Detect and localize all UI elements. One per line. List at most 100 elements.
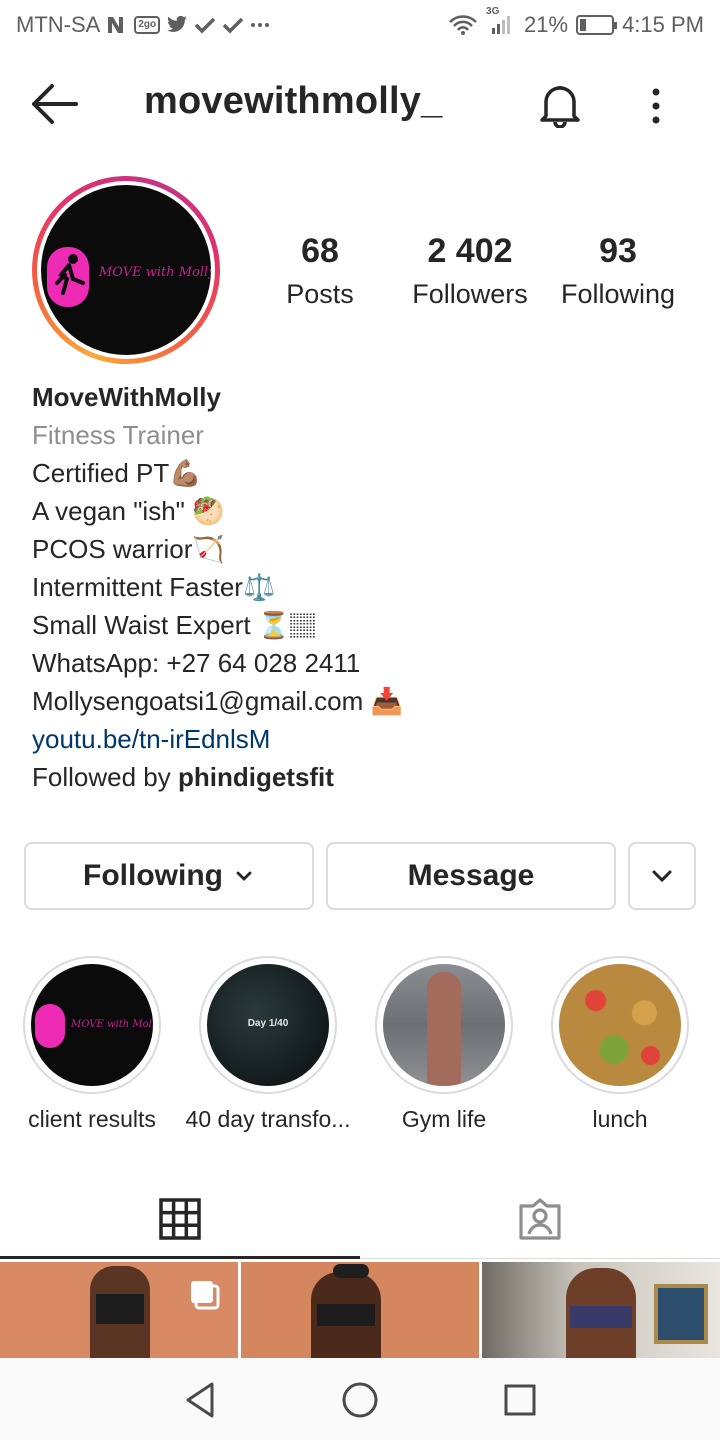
profile-tabs	[0, 1180, 720, 1260]
cap-shape	[333, 1264, 369, 1278]
highlight-ring	[551, 956, 689, 1094]
bio-line: Intermittent Faster⚖️	[32, 572, 276, 602]
back-arrow-icon	[32, 84, 78, 124]
cellular-signal-icon: 3G	[486, 6, 516, 36]
runner-logo-icon	[35, 1004, 65, 1048]
more-options-button[interactable]	[640, 82, 672, 130]
system-recents-button[interactable]	[496, 1376, 544, 1424]
post-thumbnail[interactable]	[0, 1262, 238, 1358]
multiple-photos-icon	[191, 1281, 220, 1310]
system-home-button[interactable]	[336, 1376, 384, 1424]
status-bar: MTN-SA 2go 3G 21% 4:15 PM	[0, 0, 720, 50]
network-type: 3G	[486, 6, 500, 17]
following-label: Following	[560, 279, 676, 309]
battery-level-fill	[580, 19, 587, 31]
followers-label: Followers	[412, 279, 528, 309]
bio-category: Fitness Trainer	[32, 420, 204, 450]
bio-email[interactable]: Mollysengoatsi1@gmail.com 📥	[32, 682, 692, 720]
bio-line: Certified PT💪🏽	[32, 458, 202, 488]
bio-whatsapp[interactable]: WhatsApp: +27 64 028 2411	[32, 644, 692, 682]
following-count: 93	[599, 232, 637, 270]
twitter-icon	[166, 14, 188, 36]
followed-by-line[interactable]: Followed by phindigetsfit	[32, 758, 692, 796]
tab-posts-grid[interactable]	[0, 1180, 360, 1258]
2go-notification-icon: 2go	[134, 16, 161, 34]
bio-website-link[interactable]: youtu.be/tn-irEdnlsM	[32, 720, 692, 758]
home-circle-icon	[342, 1382, 378, 1418]
profile-stats: 68 Posts 2 402 Followers 93 Following	[270, 232, 700, 322]
followed-by-user: phindigetsfit	[177, 762, 334, 792]
wall-picture-frame	[654, 1284, 708, 1344]
stat-followers[interactable]: 2 402 Followers	[402, 232, 538, 310]
highlight-cover: Day 1/40	[207, 964, 329, 1086]
tab-divider	[360, 1258, 720, 1259]
followers-count: 2 402	[427, 232, 513, 270]
message-button[interactable]: Message	[326, 842, 616, 910]
highlight-item[interactable]: lunch	[532, 956, 708, 1133]
system-back-button[interactable]	[176, 1376, 224, 1424]
posts-grid	[0, 1262, 720, 1358]
posts-count: 68	[301, 232, 339, 270]
more-notifications-icon	[250, 14, 270, 36]
highlight-cover-photo	[383, 964, 505, 1086]
profile-header: movewithmolly_	[0, 62, 720, 146]
profile-bio: MoveWithMolly Fitness Trainer Certified …	[32, 378, 692, 796]
profile-avatar-story-ring[interactable]: MOVE with Molly	[32, 176, 220, 364]
following-button[interactable]: Following	[24, 842, 314, 910]
clothing-shape	[317, 1304, 375, 1326]
following-button-label: Following	[83, 859, 223, 892]
bio-line: A vegan "ish" 🥙	[32, 496, 225, 526]
highlight-item[interactable]: Gym life	[356, 956, 532, 1133]
recents-square-icon	[504, 1384, 536, 1416]
suggested-accounts-button[interactable]	[628, 842, 696, 910]
highlight-ring: MOVE with Molly	[23, 956, 161, 1094]
highlight-label: lunch	[592, 1106, 648, 1132]
grid-icon	[159, 1198, 201, 1240]
stat-following[interactable]: 93 Following	[554, 232, 682, 310]
tagged-person-icon	[519, 1198, 561, 1240]
chevron-down-icon	[236, 871, 252, 881]
highlight-cover: MOVE with Molly	[31, 964, 153, 1086]
bio-display-name: MoveWithMolly	[32, 382, 221, 412]
status-right: 3G 21% 4:15 PM	[448, 6, 704, 38]
system-navigation-bar	[0, 1358, 720, 1440]
chevron-down-icon	[652, 870, 672, 883]
runner-logo-icon	[47, 247, 89, 307]
profile-username: movewithmolly_	[144, 80, 443, 122]
wifi-icon	[448, 14, 478, 36]
bell-icon	[540, 86, 580, 129]
highlight-ring	[375, 956, 513, 1094]
clothing-shape	[570, 1306, 632, 1328]
bio-line: PCOS warrior🏹	[32, 534, 225, 564]
tab-tagged[interactable]	[360, 1180, 720, 1258]
avatar-logo-text: MOVE with Molly	[99, 265, 211, 280]
post-thumbnail[interactable]	[241, 1262, 479, 1358]
highlight-ring: Day 1/40	[199, 956, 337, 1094]
story-highlights: MOVE with Molly client results Day 1/40 …	[0, 956, 720, 1136]
check-icon	[194, 14, 216, 36]
carrier-name: MTN-SA	[16, 12, 101, 37]
profile-avatar: MOVE with Molly	[41, 185, 211, 355]
followed-by-prefix: Followed by	[32, 762, 178, 792]
highlight-cover-photo	[559, 964, 681, 1086]
vertical-dots-icon	[652, 88, 660, 124]
profile-actions: Following Message	[24, 842, 696, 910]
highlight-label: Gym life	[401, 1106, 487, 1132]
back-button[interactable]	[30, 82, 80, 126]
highlight-item[interactable]: MOVE with Molly client results	[4, 956, 180, 1133]
highlight-item[interactable]: Day 1/40 40 day transfo...	[180, 956, 356, 1133]
battery-percent: 21%	[524, 12, 569, 37]
clock-time: 4:15 PM	[622, 12, 704, 37]
stat-posts[interactable]: 68 Posts	[270, 232, 370, 310]
post-thumbnail[interactable]	[482, 1262, 720, 1358]
back-triangle-icon	[186, 1382, 214, 1418]
check-icon	[222, 14, 244, 36]
bio-line: Small Waist Expert ⏳🏽	[32, 610, 317, 640]
highlight-label: client results	[28, 1106, 156, 1132]
notifications-bell-button[interactable]	[536, 80, 584, 129]
highlight-cover-text: MOVE with Molly	[71, 1019, 153, 1030]
person-silhouette	[427, 972, 461, 1086]
n-notification-icon	[106, 14, 128, 36]
message-button-label: Message	[407, 859, 535, 892]
clothing-shape	[96, 1294, 144, 1324]
